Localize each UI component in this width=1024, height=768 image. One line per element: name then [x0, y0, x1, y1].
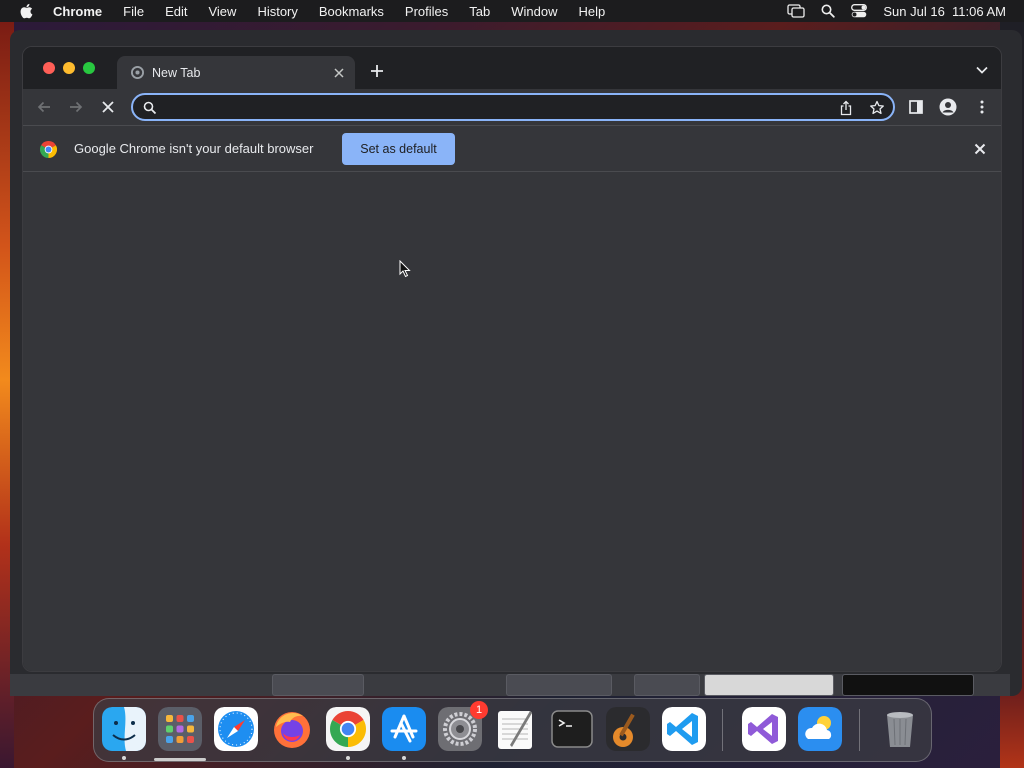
menu-bar-clock[interactable]: Sun Jul 16 11:06 AM: [883, 4, 1006, 19]
bookmark-star-icon[interactable]: [869, 100, 885, 116]
tab-new-tab[interactable]: New Tab: [117, 56, 355, 89]
screen-mirroring-icon[interactable]: [787, 4, 806, 18]
share-icon[interactable]: [839, 100, 853, 116]
new-tab-plus-icon[interactable]: [369, 63, 385, 79]
menu-bar: Chrome File Edit View History Bookmarks …: [0, 0, 1024, 22]
menu-profiles[interactable]: Profiles: [405, 4, 448, 19]
background-thumbnail: [842, 674, 974, 696]
window-zoom-button[interactable]: [83, 62, 95, 74]
menu-app-name[interactable]: Chrome: [53, 4, 102, 19]
search-icon: [143, 101, 157, 115]
browser-window: New Tab Google Chrome isn't your default…: [22, 46, 1002, 672]
garageband-icon[interactable]: [606, 707, 650, 751]
chrome-icon[interactable]: [326, 707, 370, 751]
dock-separator: [859, 709, 860, 751]
window-close-button[interactable]: [43, 62, 55, 74]
background-thumbnail: [704, 674, 834, 696]
running-indicator: [346, 756, 350, 760]
default-browser-infobar: Google Chrome isn't your default browser…: [23, 125, 1001, 172]
address-bar[interactable]: [131, 93, 895, 121]
finder-icon[interactable]: [102, 707, 146, 751]
firefox-icon[interactable]: [270, 707, 314, 751]
launchpad-icon[interactable]: [158, 707, 202, 751]
infobar-close-icon[interactable]: [973, 142, 987, 156]
window-minimize-button[interactable]: [63, 62, 75, 74]
back-arrow-icon[interactable]: [35, 98, 53, 116]
spotlight-search-icon[interactable]: [821, 4, 836, 18]
chrome-logo-icon: [39, 140, 58, 158]
menu-history[interactable]: History: [257, 4, 297, 19]
safari-icon[interactable]: [214, 707, 258, 751]
set-as-default-button[interactable]: Set as default: [342, 133, 455, 165]
mouse-cursor-icon: [399, 259, 411, 278]
browser-toolbar: [23, 89, 1001, 125]
tab-title: New Tab: [152, 65, 201, 80]
apple-menu-icon[interactable]: [19, 3, 33, 19]
control-center-icon[interactable]: [851, 4, 868, 18]
menu-window[interactable]: Window: [511, 4, 557, 19]
notification-badge: 1: [470, 701, 488, 719]
menu-file[interactable]: File: [123, 4, 144, 19]
menu-view[interactable]: View: [208, 4, 236, 19]
tab-close-icon[interactable]: [331, 65, 347, 81]
terminal-icon[interactable]: [550, 707, 594, 751]
app-store-icon[interactable]: [382, 707, 426, 751]
weather-icon[interactable]: [798, 707, 842, 751]
tab-search-chevron-down-icon[interactable]: [975, 65, 989, 75]
menu-edit[interactable]: Edit: [165, 4, 187, 19]
background-thumbnail: [272, 674, 364, 696]
textedit-icon[interactable]: [494, 707, 538, 751]
more-menu-icon[interactable]: [973, 98, 991, 116]
dock: 1: [93, 698, 932, 762]
side-panel-icon[interactable]: [907, 98, 925, 116]
stop-loading-x-icon[interactable]: [99, 98, 117, 116]
menu-bookmarks[interactable]: Bookmarks: [319, 4, 384, 19]
profile-avatar-icon[interactable]: [939, 98, 957, 116]
tab-strip: New Tab: [23, 47, 1001, 89]
infobar-message: Google Chrome isn't your default browser: [74, 141, 314, 156]
trash-icon[interactable]: [878, 707, 922, 751]
running-indicator: [402, 756, 406, 760]
vscode-icon[interactable]: [662, 707, 706, 751]
page-content[interactable]: [23, 172, 1001, 671]
chrome-favicon-icon: [130, 66, 144, 80]
menu-tab[interactable]: Tab: [469, 4, 490, 19]
running-indicator: [122, 756, 126, 760]
forward-arrow-icon[interactable]: [67, 98, 85, 116]
dock-scroll-indicator: [154, 758, 206, 761]
menu-help[interactable]: Help: [579, 4, 606, 19]
dock-separator: [722, 709, 723, 751]
address-input[interactable]: [165, 98, 825, 116]
background-thumbnail: [506, 674, 612, 696]
background-thumbnail: [634, 674, 700, 696]
visual-studio-icon[interactable]: [742, 707, 786, 751]
